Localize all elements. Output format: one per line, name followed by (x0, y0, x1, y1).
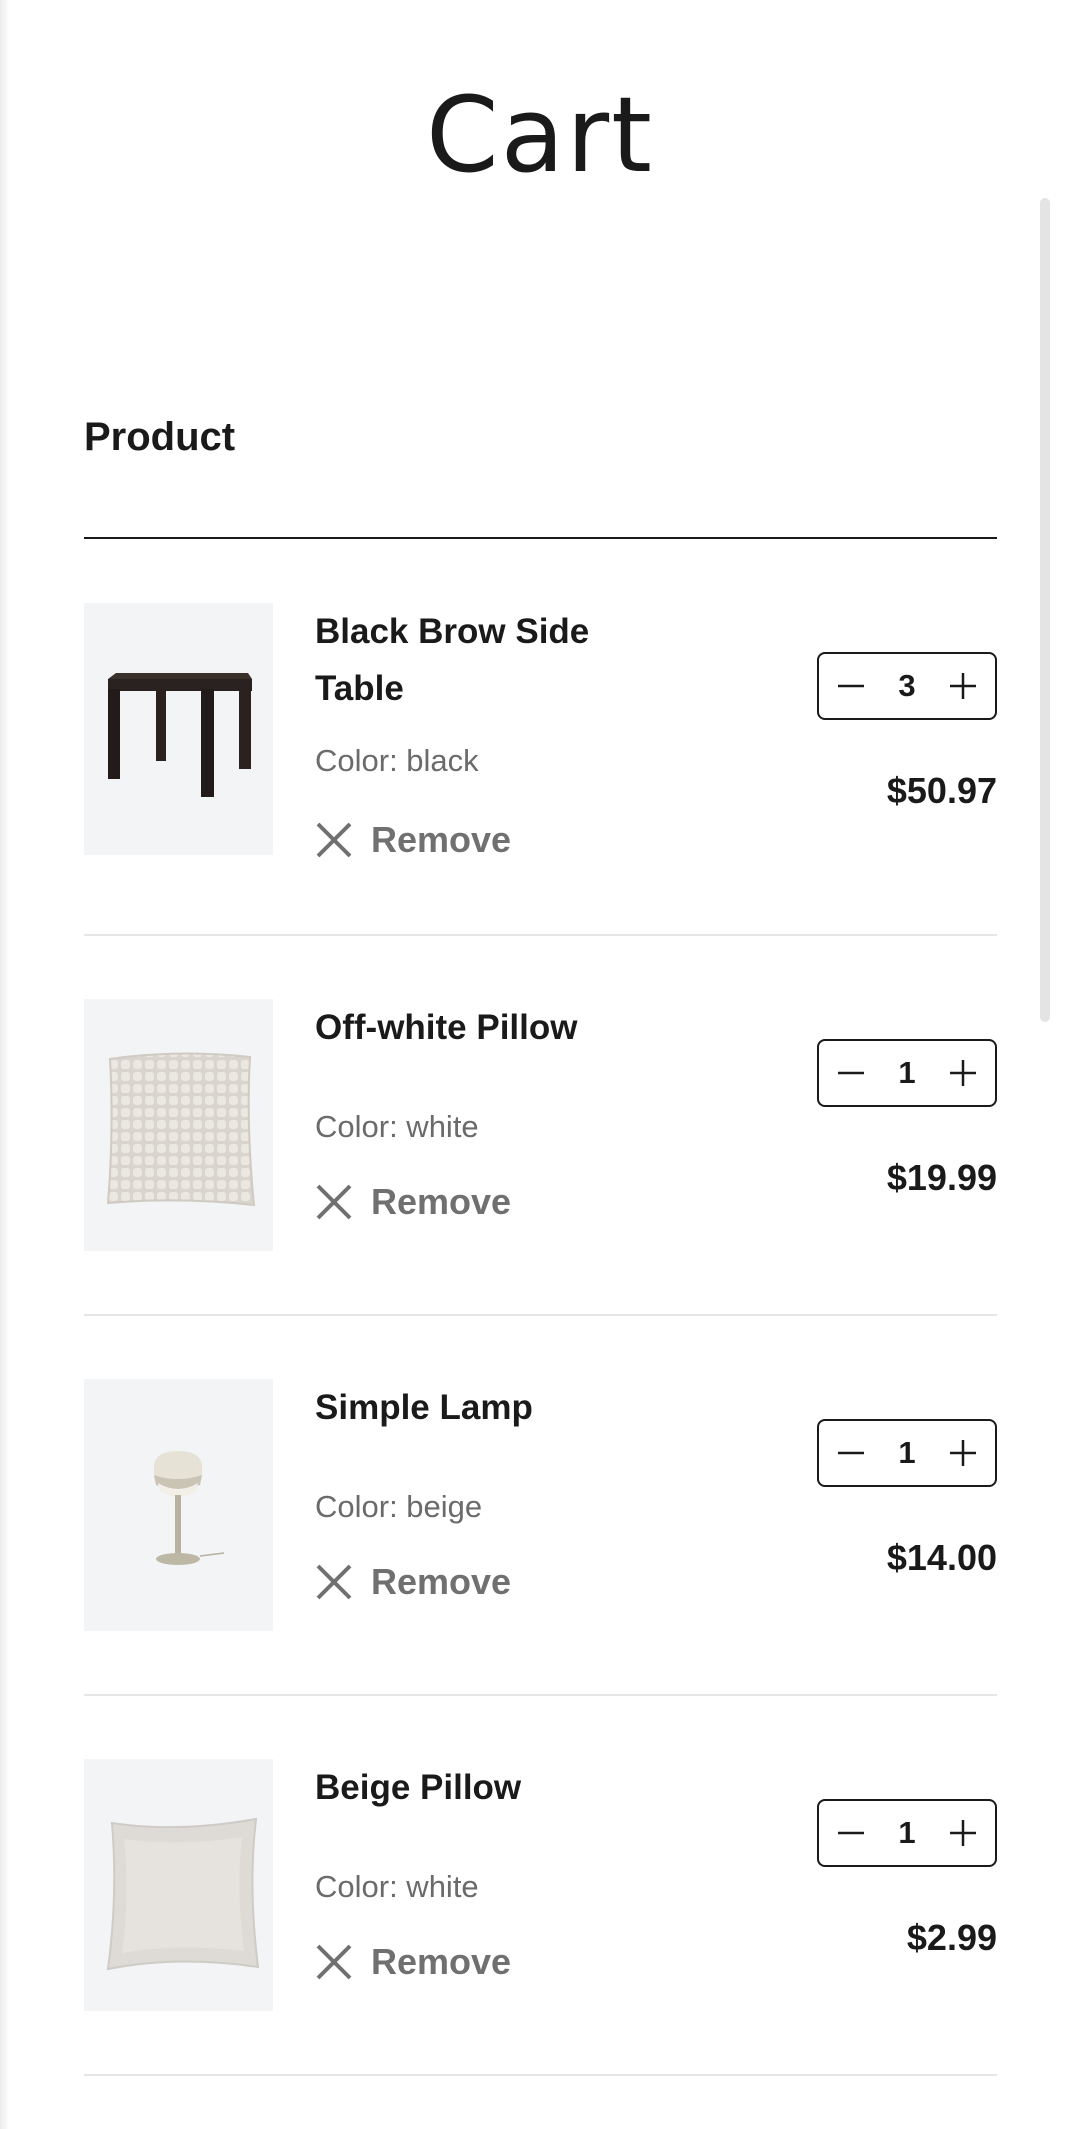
minus-icon (838, 684, 864, 688)
item-name[interactable]: Beige Pillow (315, 1759, 645, 1816)
plus-icon (950, 1440, 976, 1466)
item-color: Color: black (315, 743, 479, 778)
item-divider (84, 2074, 997, 2076)
item-price: $19.99 (886, 1157, 997, 1198)
minus-icon (838, 1451, 864, 1455)
quantity-stepper[interactable]: 1 (817, 1039, 997, 1107)
remove-button[interactable]: Remove (315, 819, 511, 861)
item-price: $50.97 (886, 770, 997, 811)
decrement-button[interactable] (833, 1055, 869, 1091)
quantity-stepper[interactable]: 1 (817, 1799, 997, 1867)
increment-button[interactable] (945, 668, 981, 704)
remove-button[interactable]: Remove (315, 1941, 511, 1983)
quantity-stepper[interactable]: 3 (817, 652, 997, 720)
item-divider (84, 1314, 997, 1316)
remove-button[interactable]: Remove (315, 1561, 511, 1603)
decrement-button[interactable] (833, 1435, 869, 1471)
quantity-value: 1 (898, 1435, 916, 1470)
remove-label: Remove (371, 1561, 512, 1602)
plus-icon (950, 673, 976, 699)
minus-icon (838, 1831, 864, 1835)
close-icon (316, 1944, 352, 1980)
close-icon (316, 822, 352, 858)
item-divider (84, 934, 997, 936)
remove-label: Remove (371, 819, 512, 860)
increment-button[interactable] (945, 1815, 981, 1851)
quantity-value: 1 (898, 1815, 916, 1850)
page-title: Cart (426, 74, 654, 196)
quantity-value: 1 (898, 1055, 916, 1090)
item-divider (84, 1694, 997, 1696)
quantity-value: 3 (898, 668, 916, 703)
remove-button[interactable]: Remove (315, 1181, 511, 1223)
close-icon (316, 1564, 352, 1600)
remove-label: Remove (371, 1181, 512, 1222)
table-lamp-icon (154, 1451, 225, 1565)
item-price: $2.99 (906, 1917, 997, 1958)
item-color: Color: beige (315, 1489, 483, 1524)
close-icon (316, 1184, 352, 1220)
remove-label: Remove (371, 1941, 512, 1982)
item-name[interactable]: Off-white Pillow (315, 999, 645, 1056)
page-edge-shadow (0, 0, 10, 2129)
increment-button[interactable] (945, 1055, 981, 1091)
increment-button[interactable] (945, 1435, 981, 1471)
item-color: Color: white (315, 1869, 479, 1904)
side-table-icon (108, 673, 252, 797)
quantity-stepper[interactable]: 1 (817, 1419, 997, 1487)
item-name[interactable]: Black Brow Side Table (315, 603, 645, 717)
item-price: $14.00 (886, 1537, 997, 1578)
product-image[interactable] (84, 1379, 273, 1631)
plus-icon (950, 1820, 976, 1846)
product-image[interactable] (84, 999, 273, 1251)
product-image[interactable] (84, 1759, 273, 2011)
scrollbar[interactable] (1040, 198, 1050, 1022)
minus-icon (838, 1071, 864, 1075)
product-column-header: Product (84, 415, 236, 459)
product-image[interactable] (84, 603, 273, 855)
textured-pillow-icon (106, 1052, 256, 1207)
header-divider (84, 537, 997, 539)
decrement-button[interactable] (833, 668, 869, 704)
item-color: Color: white (315, 1109, 479, 1144)
item-name[interactable]: Simple Lamp (315, 1379, 645, 1436)
plain-pillow-icon (106, 1817, 260, 1971)
decrement-button[interactable] (833, 1815, 869, 1851)
plus-icon (950, 1060, 976, 1086)
